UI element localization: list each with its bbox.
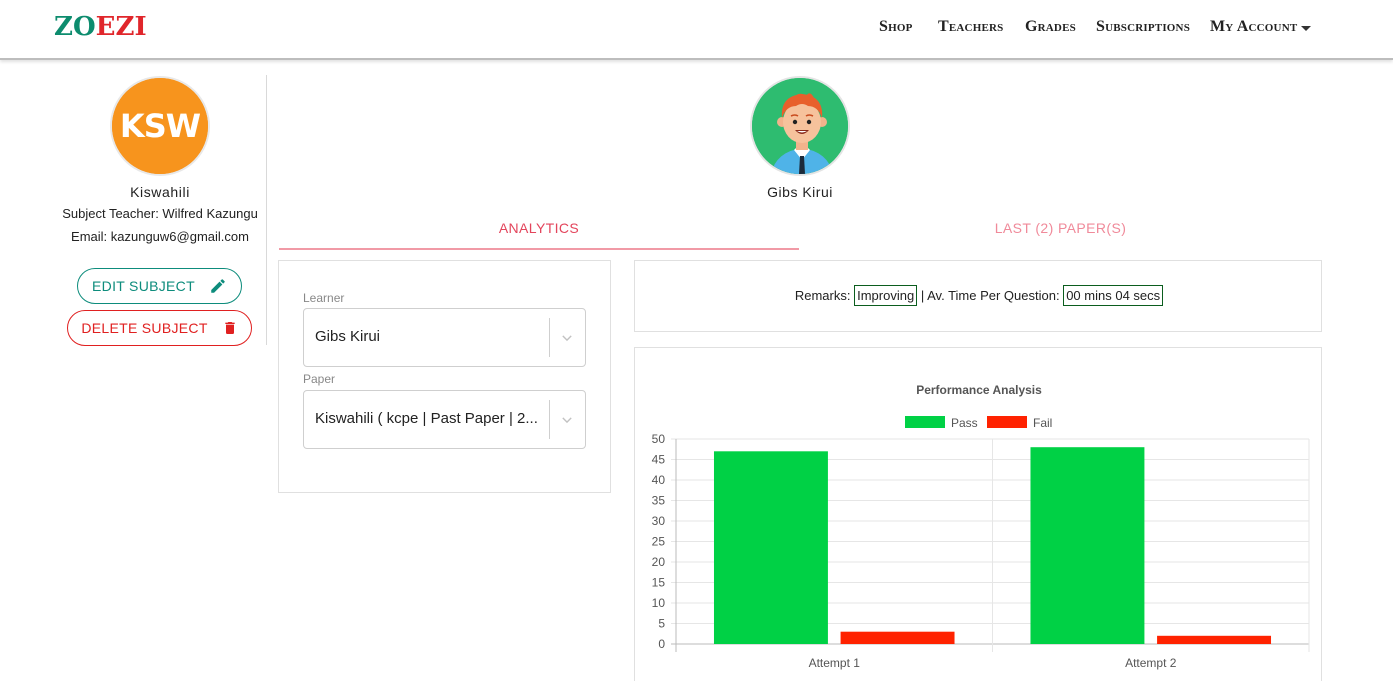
legend-label-fail: Fail bbox=[1033, 416, 1052, 430]
edit-subject-label: EDIT SUBJECT bbox=[92, 278, 195, 294]
y-tick-label: 35 bbox=[652, 494, 666, 508]
learner-name: Gibs Kirui bbox=[767, 184, 833, 200]
time-value: 00 mins 04 secs bbox=[1063, 285, 1164, 306]
bar-pass-attempt-2 bbox=[1030, 447, 1145, 644]
y-tick-label: 25 bbox=[652, 535, 666, 549]
y-tick-label: 10 bbox=[652, 596, 666, 610]
subject-avatar: KSW bbox=[110, 76, 210, 176]
y-tick-label: 5 bbox=[658, 617, 665, 631]
top-navbar: ZOEZI Shop Teachers Grades Subscriptions… bbox=[0, 0, 1393, 60]
learner-avatar bbox=[750, 76, 850, 176]
tab-analytics[interactable]: ANALYTICS bbox=[279, 216, 799, 250]
filters-card: Learner Gibs Kirui Paper Kiswahili ( kcp… bbox=[278, 260, 611, 493]
nav-grades[interactable]: Grades bbox=[1025, 18, 1076, 40]
y-tick-label: 40 bbox=[652, 473, 666, 487]
nav-subscriptions[interactable]: Subscriptions bbox=[1096, 18, 1190, 40]
remarks-line: Remarks: Improving | Av. Time Per Questi… bbox=[635, 285, 1323, 306]
time-label: Av. Time Per Question: bbox=[927, 288, 1060, 303]
zoezi-logo[interactable]: ZOEZI bbox=[54, 10, 147, 44]
x-tick-label: Attempt 1 bbox=[809, 656, 861, 670]
learner-select-value: Gibs Kirui bbox=[315, 328, 381, 345]
learner-field-label: Learner bbox=[303, 291, 345, 305]
y-tick-label: 45 bbox=[652, 453, 666, 467]
remarks-card: Remarks: Improving | Av. Time Per Questi… bbox=[634, 260, 1322, 332]
select-separator bbox=[549, 318, 550, 357]
column-divider bbox=[266, 75, 267, 345]
remarks-value: Improving bbox=[854, 285, 918, 306]
subject-email: Email: kazunguw6@gmail.com bbox=[71, 229, 249, 244]
y-tick-label: 0 bbox=[658, 637, 665, 651]
delete-subject-button[interactable]: DELETE SUBJECT bbox=[67, 310, 252, 346]
legend-swatch-fail bbox=[987, 416, 1027, 428]
legend-label-pass: Pass bbox=[951, 416, 978, 430]
chevron-down-icon[interactable] bbox=[560, 413, 574, 431]
nav-teachers[interactable]: Teachers bbox=[938, 18, 1003, 40]
x-tick-label: Attempt 2 bbox=[1125, 656, 1177, 670]
nav-my-account[interactable]: My Account bbox=[1210, 18, 1297, 40]
remarks-label: Remarks: bbox=[794, 288, 851, 303]
y-tick-label: 20 bbox=[652, 555, 666, 569]
edit-subject-button[interactable]: EDIT SUBJECT bbox=[77, 268, 242, 304]
legend-swatch-pass bbox=[905, 416, 945, 428]
bar-pass-attempt-1 bbox=[713, 451, 828, 644]
paper-select-value: Kiswahili ( kcpe | Past Paper | 2... bbox=[315, 410, 538, 427]
subject-name: Kiswahili bbox=[130, 184, 190, 200]
bar-fail-attempt-2 bbox=[1157, 635, 1272, 644]
select-separator bbox=[549, 400, 550, 439]
learner-select[interactable]: Gibs Kirui bbox=[303, 308, 586, 367]
subject-teacher: Subject Teacher: Wilfred Kazungu bbox=[62, 206, 258, 221]
paper-field-label: Paper bbox=[303, 372, 336, 386]
account-dropdown-caret-icon[interactable] bbox=[1301, 26, 1311, 31]
y-tick-label: 50 bbox=[652, 432, 666, 446]
chart-title: Performance Analysis bbox=[916, 383, 1042, 397]
pencil-icon bbox=[209, 277, 227, 295]
y-tick-label: 15 bbox=[652, 576, 666, 590]
bar-fail-attempt-1 bbox=[840, 631, 955, 644]
tab-last-papers[interactable]: LAST (2) PAPER(S) bbox=[800, 216, 1321, 250]
chevron-down-icon[interactable] bbox=[560, 331, 574, 349]
trash-icon bbox=[222, 319, 238, 337]
nav-shop[interactable]: Shop bbox=[879, 18, 913, 40]
paper-select[interactable]: Kiswahili ( kcpe | Past Paper | 2... bbox=[303, 390, 586, 449]
boy-avatar-icon bbox=[752, 78, 848, 174]
subject-avatar-text: KSW bbox=[112, 78, 208, 174]
remarks-separator: | bbox=[920, 288, 925, 303]
performance-chart: Performance Analysis Pass Fail 0 5 10 15 20 25 30… bbox=[652, 383, 1310, 670]
chart-card: Performance Analysis Pass Fail 0 5 10 15 20 25 30… bbox=[634, 347, 1322, 681]
delete-subject-label: DELETE SUBJECT bbox=[81, 320, 208, 336]
y-tick-label: 30 bbox=[652, 514, 666, 528]
